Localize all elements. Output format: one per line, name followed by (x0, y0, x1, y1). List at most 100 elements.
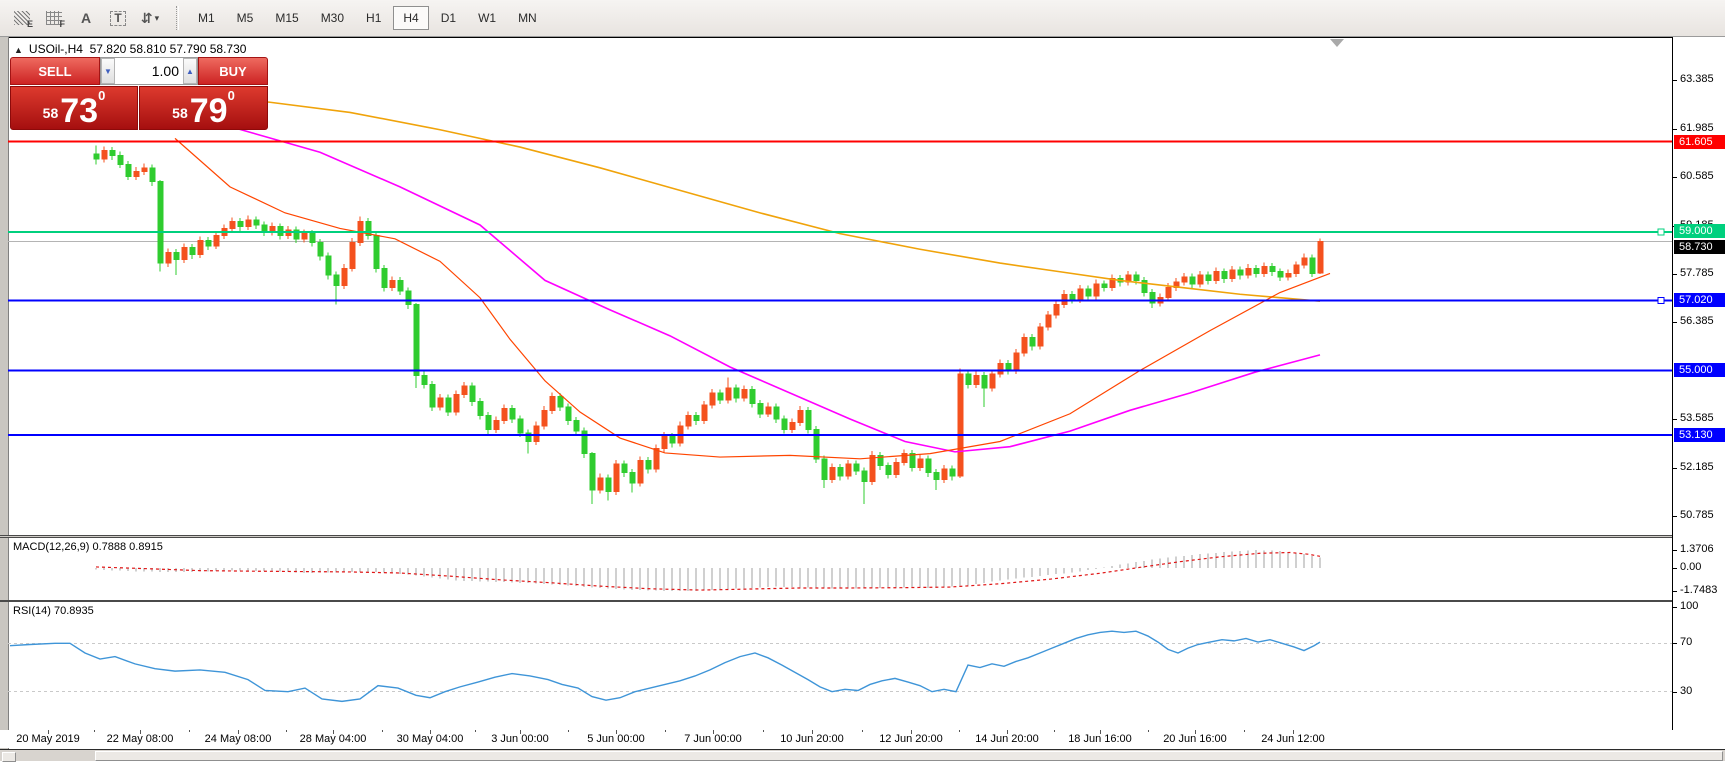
toolbar-separator (176, 6, 179, 30)
macd-pane[interactable] (8, 538, 1672, 600)
price-tick-label: 61.985 (1680, 122, 1714, 134)
time-tick-minor (665, 730, 666, 732)
axis-tick (1673, 322, 1677, 323)
buy-price-int: 58 (172, 100, 188, 126)
symbol-period: USOil-,H4 (29, 42, 83, 56)
axis-tick (1673, 177, 1677, 178)
time-label: 24 Jun 12:00 (1261, 733, 1325, 745)
price-badge-61.605: 61.605 (1674, 135, 1725, 149)
ohlc-readout: 57.820 58.810 57.790 58.730 (90, 42, 247, 56)
time-label: 7 Jun 00:00 (684, 733, 742, 745)
time-tick-minor (763, 730, 764, 732)
axis-tick (1673, 692, 1677, 693)
axis-tick (1673, 468, 1677, 469)
volume-up-icon[interactable]: ▲ (183, 58, 197, 84)
timeframe-d1[interactable]: D1 (431, 6, 466, 30)
timeframe-mn[interactable]: MN (508, 6, 547, 30)
axis-tick (1673, 643, 1677, 644)
time-axis[interactable]: 20 May 2019 22 May 08:00 24 May 08:00 28 Ma… (0, 730, 1725, 748)
time-tick-minor (862, 730, 863, 732)
axis-tick (1673, 274, 1677, 275)
price-tick-label: 60.585 (1680, 170, 1714, 182)
bid-price-badge: 58.730 (1674, 240, 1725, 254)
ma-slow-line (268, 102, 1320, 301)
price-tick-label: 50.785 (1680, 509, 1714, 521)
macd-tick-label: 0.00 (1680, 561, 1701, 573)
buy-price-pips: 79 (190, 96, 228, 126)
sell-price-tile[interactable]: 58 73 0 (10, 86, 138, 130)
time-label: 18 Jun 16:00 (1068, 733, 1132, 745)
sell-price-int: 58 (43, 100, 59, 126)
time-label: 14 Jun 20:00 (975, 733, 1039, 745)
timeframe-group: M1M5M15M30H1H4D1W1MN (187, 6, 548, 30)
mt4-window: EFAT⇵▾ M1M5M15M30H1H4D1W1MN ▲ USOil-,H4 5… (0, 0, 1725, 761)
rsi-line (10, 631, 1320, 701)
timeframe-m1[interactable]: M1 (188, 6, 225, 30)
time-label: 10 Jun 20:00 (780, 733, 844, 745)
buy-price-pipette: 0 (228, 91, 235, 101)
volume-input[interactable] (115, 58, 183, 84)
hatch-expert-icon[interactable]: E (7, 5, 37, 31)
time-tick-minor (959, 730, 960, 732)
sell-button[interactable]: SELL (10, 57, 100, 85)
axis-tick (1673, 568, 1677, 569)
time-label: 22 May 08:00 (107, 733, 174, 745)
ma-fast-line (175, 138, 1330, 458)
time-label: 20 Jun 16:00 (1163, 733, 1227, 745)
buy-button[interactable]: BUY (198, 57, 268, 85)
chart-shift-marker-icon[interactable] (1330, 39, 1344, 47)
macd-histogram (96, 550, 1320, 591)
time-tick-minor (382, 730, 383, 732)
arrows-tool-icon[interactable]: ⇵▾ (135, 5, 165, 31)
timeframe-m15[interactable]: M15 (265, 6, 308, 30)
macd-tick-label: -1.7483 (1680, 584, 1717, 596)
grid-fibo-icon[interactable]: F (39, 5, 69, 31)
text-box-icon[interactable]: T (103, 5, 133, 31)
timeframe-m5[interactable]: M5 (227, 6, 264, 30)
price-tick-label: 57.785 (1680, 267, 1714, 279)
price-tick-label: 63.385 (1680, 73, 1714, 85)
one-click-trade-panel: SELL ▼ ▲ BUY 58 73 0 58 79 0 (10, 57, 268, 130)
time-label: 3 Jun 00:00 (491, 733, 549, 745)
price-axis[interactable]: 63.38561.98560.58559.18557.78556.38553.5… (1672, 37, 1725, 730)
volume-down-icon[interactable]: ▼ (101, 58, 115, 84)
rsi-pane[interactable] (8, 602, 1672, 730)
horizontal-scrollbar[interactable] (0, 749, 1725, 761)
time-tick-minor (286, 730, 287, 732)
timeframe-h1[interactable]: H1 (356, 6, 391, 30)
toolbar: EFAT⇵▾ M1M5M15M30H1H4D1W1MN (0, 0, 1725, 37)
rsi-tick-label: 30 (1680, 685, 1692, 697)
timeframe-w1[interactable]: W1 (468, 6, 506, 30)
collapse-icon[interactable]: ▲ (14, 45, 23, 55)
time-label: 20 May 2019 (16, 733, 80, 745)
price-tick-label: 56.385 (1680, 315, 1714, 327)
rsi-label: RSI(14) 70.8935 (13, 605, 94, 617)
timeframe-h4[interactable]: H4 (393, 6, 428, 30)
axis-tick (1673, 419, 1677, 420)
scrollbar-thumb[interactable] (95, 751, 1723, 761)
time-tick-minor (189, 730, 190, 732)
hline-handle (1658, 229, 1664, 235)
price-tick-label: 52.185 (1680, 461, 1714, 473)
time-tick-minor (1054, 730, 1055, 732)
text-label-icon[interactable]: A (71, 5, 101, 31)
price-badge-57.020: 57.020 (1674, 293, 1725, 307)
timeframe-m30[interactable]: M30 (311, 6, 354, 30)
axis-tick (1673, 550, 1677, 551)
axis-tick (1673, 607, 1677, 608)
buy-price-tile[interactable]: 58 79 0 (139, 86, 268, 130)
time-tick-minor (94, 730, 95, 732)
time-label: 28 May 04:00 (300, 733, 367, 745)
time-label: 30 May 04:00 (397, 733, 464, 745)
axis-tick (1673, 591, 1677, 592)
macd-label: MACD(12,26,9) 0.7888 0.8915 (13, 541, 163, 553)
time-tick-minor (475, 730, 476, 732)
line-tools-group: EFAT⇵▾ (6, 5, 166, 31)
axis-tick (1673, 129, 1677, 130)
time-label: 24 May 08:00 (205, 733, 272, 745)
volume-stepper: ▼ ▲ (100, 57, 198, 85)
axis-tick (1673, 80, 1677, 81)
time-tick-minor (568, 730, 569, 732)
sell-price-pipette: 0 (98, 91, 105, 101)
macd-tick-label: 1.3706 (1680, 543, 1714, 555)
